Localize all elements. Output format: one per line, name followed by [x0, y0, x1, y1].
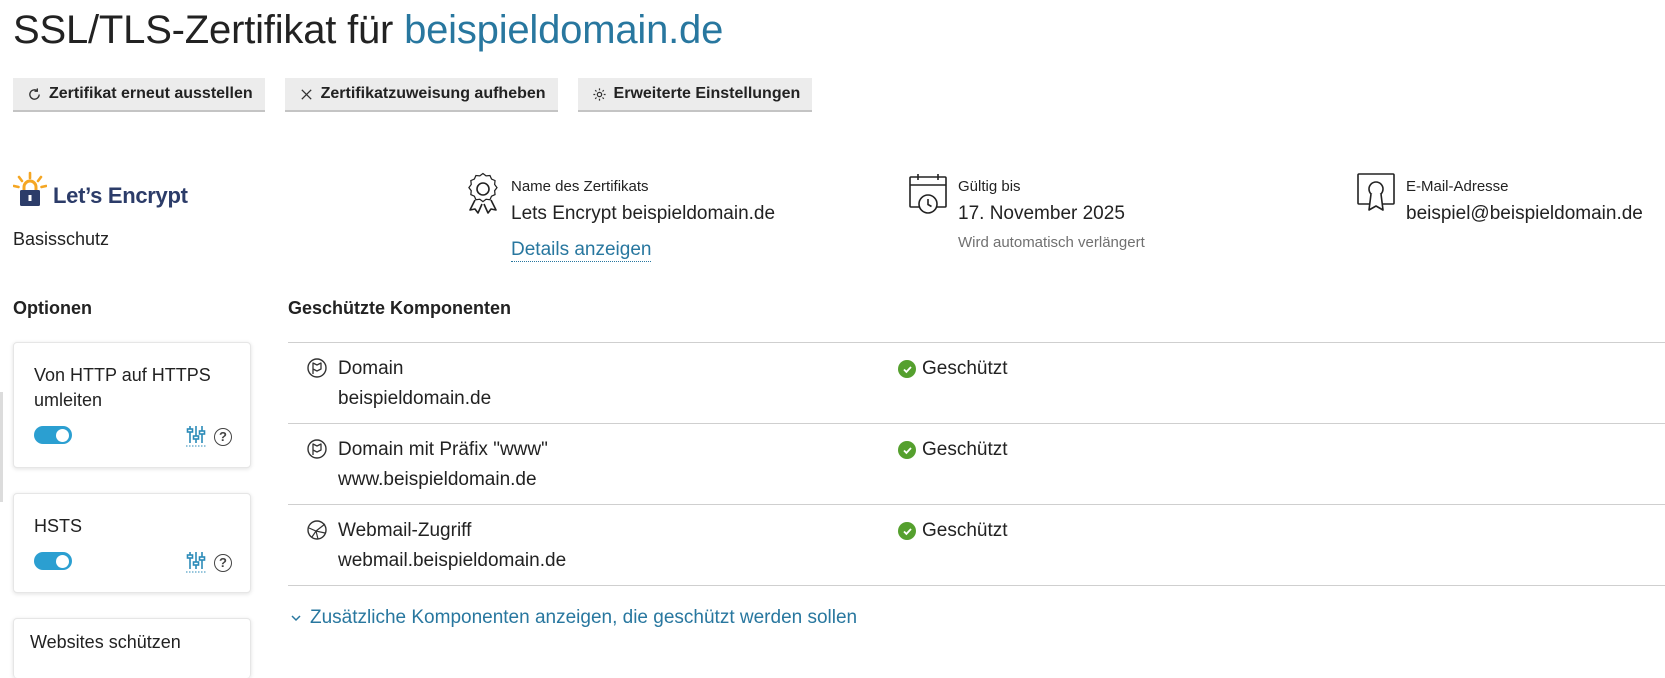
https-redirect-toggle[interactable] — [34, 426, 72, 444]
protection-level: Basisschutz — [13, 229, 110, 249]
toolbar: Zertifikat erneut ausstellen Zertifikatz… — [13, 78, 813, 112]
domain-icon — [307, 439, 327, 459]
chevron-down-icon — [291, 615, 301, 622]
table-row: Domain mit Präfix "www" www.beispieldoma… — [288, 424, 1665, 505]
calendar-clock-icon — [909, 174, 947, 214]
status-text: Geschützt — [922, 520, 1008, 541]
help-icon[interactable]: ? — [214, 554, 232, 572]
sliders-icon[interactable] — [186, 425, 206, 447]
page-title-prefix: SSL/TLS-Zertifikat für — [13, 8, 394, 52]
help-icon[interactable]: ? — [214, 428, 232, 446]
component-domain: webmail.beispieldomain.de — [338, 550, 567, 571]
option-card-protect-websites: Websites schützen — [13, 618, 251, 678]
status-text: Geschützt — [922, 358, 1008, 379]
option-label-hsts: HSTS — [34, 516, 83, 536]
gear-icon — [592, 87, 606, 101]
check-circle-icon — [898, 441, 916, 459]
email-value: beispiel@beispieldomain.de — [1406, 203, 1643, 224]
component-name: Domain mit Präfix "www" — [338, 439, 548, 460]
valid-until-block: Gültig bis 17. November 2025 Wird automa… — [908, 172, 1145, 251]
component-domain: beispieldomain.de — [338, 388, 492, 409]
domain-icon — [307, 358, 327, 378]
table-row: Domain beispieldomain.de Geschützt — [288, 343, 1665, 424]
provider-name: Let’s Encrypt — [53, 183, 188, 208]
sliders-icon[interactable] — [186, 551, 206, 573]
valid-until-label: Gültig bis — [958, 178, 1021, 195]
email-block: E-Mail-Adresse beispiel@beispieldomain.d… — [1356, 172, 1643, 225]
refresh-icon — [29, 87, 40, 100]
sidebar-edge — [0, 392, 3, 502]
check-circle-icon — [898, 522, 916, 540]
close-icon — [300, 88, 312, 100]
component-domain: www.beispieldomain.de — [338, 469, 537, 490]
webmail-icon — [307, 520, 327, 540]
reissue-certificate-label: Zertifikat erneut ausstellen — [49, 85, 253, 102]
email-label: E-Mail-Adresse — [1406, 178, 1509, 195]
details-link[interactable]: Details anzeigen — [511, 239, 652, 262]
advanced-settings-label: Erweiterte Einstellungen — [613, 85, 801, 102]
status-badge: Geschützt — [898, 520, 1008, 542]
status-badge: Geschützt — [898, 439, 1008, 461]
certificate-name-label: Name des Zertifikats — [511, 178, 649, 195]
lets-encrypt-logo: Let’s Encrypt — [13, 171, 188, 207]
valid-until-value: 17. November 2025 — [958, 203, 1125, 224]
option-label-protect-websites: Websites schützen — [30, 632, 181, 652]
status-text: Geschützt — [922, 439, 1008, 460]
option-card-hsts: HSTS ? — [13, 493, 251, 593]
certificate-badge-icon — [1357, 173, 1395, 211]
component-name: Domain — [338, 358, 404, 379]
table-row: Webmail-Zugriff webmail.beispieldomain.d… — [288, 505, 1665, 586]
award-ribbon-icon — [468, 172, 498, 214]
show-more-components-link[interactable]: Zusätzliche Komponenten anzeigen, die ge… — [290, 607, 857, 629]
auto-renew-note: Wird automatisch verlängert — [958, 234, 1145, 251]
certificate-name-value: Lets Encrypt beispieldomain.de — [511, 203, 776, 224]
components-table: Domain beispieldomain.de Geschützt Domai… — [288, 342, 1665, 586]
options-heading: Optionen — [13, 298, 92, 318]
padlock-sun-icon — [13, 171, 47, 206]
page-title: SSL/TLS-Zertifikat für beispieldomain.de — [13, 8, 723, 53]
show-more-label: Zusätzliche Komponenten anzeigen, die ge… — [310, 607, 858, 628]
option-card-https-redirect: Von HTTP auf HTTPS umleiten ? — [13, 342, 251, 468]
unassign-certificate-button[interactable]: Zertifikatzuweisung aufheben — [284, 78, 558, 112]
certificate-name-block: Name des Zertifikats Lets Encrypt beispi… — [465, 172, 775, 262]
option-label-https-redirect: Von HTTP auf HTTPS umleiten — [34, 365, 211, 410]
components-heading: Geschützte Komponenten — [288, 298, 512, 318]
advanced-settings-button[interactable]: Erweiterte Einstellungen — [577, 78, 813, 112]
status-badge: Geschützt — [898, 358, 1008, 380]
reissue-certificate-button[interactable]: Zertifikat erneut ausstellen — [13, 78, 265, 112]
page-title-domain: beispieldomain.de — [404, 8, 724, 52]
unassign-certificate-label: Zertifikatzuweisung aufheben — [320, 85, 546, 102]
check-circle-icon — [898, 360, 916, 378]
hsts-toggle[interactable] — [34, 552, 72, 570]
component-name: Webmail-Zugriff — [338, 520, 472, 541]
